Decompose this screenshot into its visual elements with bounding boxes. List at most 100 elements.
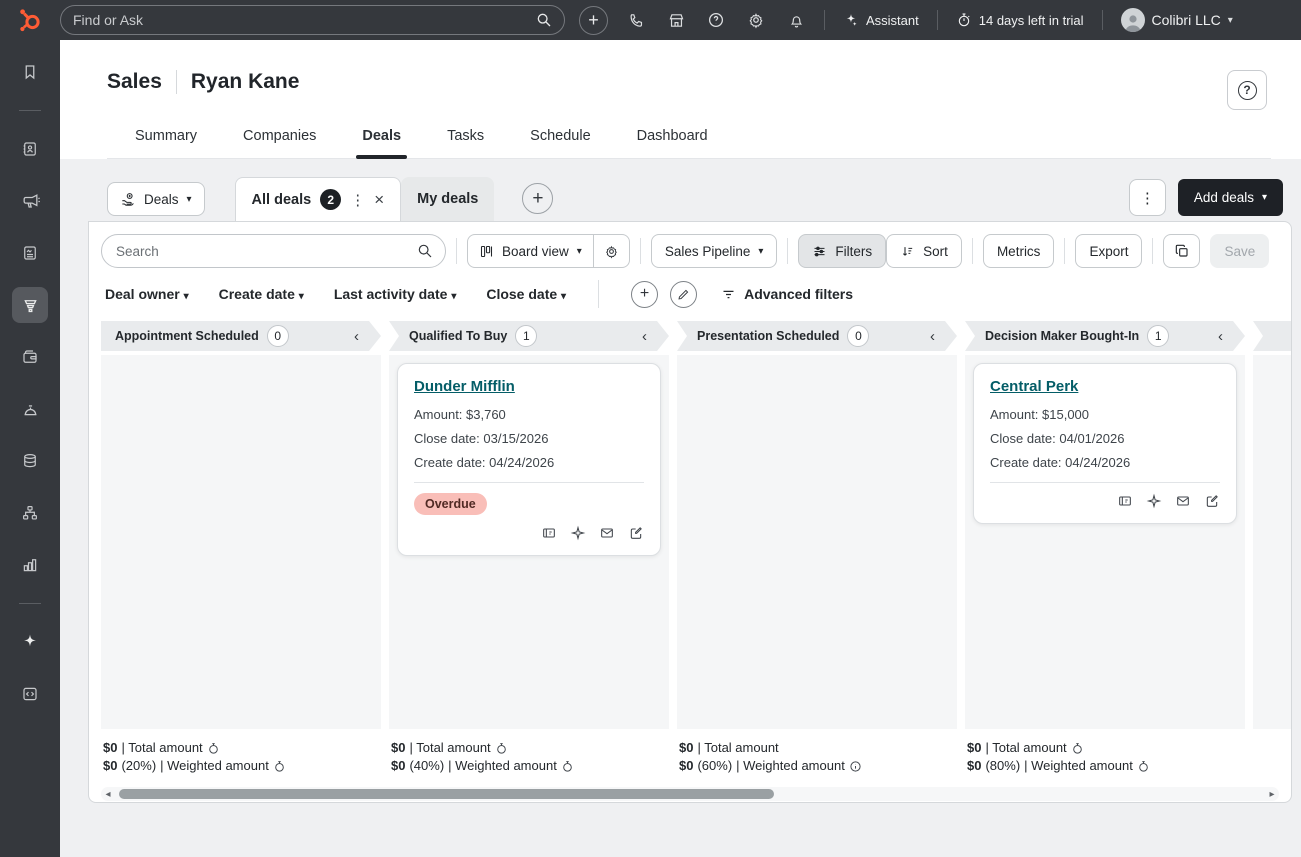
account-menu[interactable]: Colibri LLC ▾: [1111, 8, 1243, 32]
sidebar-item-crm[interactable]: [12, 131, 48, 167]
metrics-button[interactable]: Metrics: [983, 234, 1055, 268]
add-deals-button[interactable]: Add deals ▾: [1178, 179, 1283, 216]
total-amount-line: $0 | Total amount: [103, 739, 379, 757]
calls-button[interactable]: [616, 0, 656, 40]
column-drop-area[interactable]: [1253, 355, 1291, 729]
column-title: Appointment Scheduled: [115, 329, 259, 343]
tab-summary[interactable]: Summary: [135, 128, 197, 144]
ai-sparkle-icon[interactable]: [1146, 493, 1162, 509]
scroll-left-icon[interactable]: ◂: [101, 789, 115, 800]
weighted-amount-line: $0 (40%) | Weighted amount: [391, 757, 667, 775]
pipeline-dropdown[interactable]: Sales Pipeline ▾: [651, 234, 778, 268]
collapse-column-icon[interactable]: ‹: [642, 329, 647, 344]
collapse-column-icon[interactable]: ‹: [354, 329, 359, 344]
collapse-column-icon[interactable]: ‹: [1218, 329, 1223, 344]
hubspot-logo[interactable]: [0, 7, 60, 33]
sidebar-item-service[interactable]: [12, 391, 48, 427]
sidebar-item-reporting[interactable]: [12, 547, 48, 583]
column-footer: $0 | Total amount $0 (40%) | Weighted am…: [389, 729, 669, 775]
column-drop-area[interactable]: [101, 355, 381, 729]
sidebar-item-sales[interactable]: [12, 287, 48, 323]
filter-deal-owner[interactable]: Deal owner ▾: [105, 286, 189, 302]
deal-close-date: Close date: 04/01/2026: [990, 431, 1220, 446]
add-view-button[interactable]: +: [522, 183, 553, 214]
global-search-input[interactable]: Find or Ask: [60, 5, 565, 35]
export-button[interactable]: Export: [1075, 234, 1142, 268]
board-search: [101, 234, 446, 268]
tab-schedule[interactable]: Schedule: [530, 128, 590, 144]
notifications-button[interactable]: [776, 0, 816, 40]
advanced-filters-button[interactable]: Advanced filters: [721, 286, 853, 302]
collapse-column-icon[interactable]: ‹: [930, 329, 935, 344]
close-icon[interactable]: ×: [374, 190, 384, 210]
global-create-button[interactable]: +: [579, 6, 608, 35]
clone-view-button[interactable]: [1163, 234, 1200, 268]
deal-card-central-perk[interactable]: Central Perk Amount: $15,000 Close date:…: [973, 363, 1237, 524]
board-horizontal-scrollbar[interactable]: ◂ ▸: [101, 787, 1279, 801]
note-edit-icon[interactable]: [628, 525, 644, 541]
tab-tasks[interactable]: Tasks: [447, 128, 484, 144]
board-search-input[interactable]: [101, 234, 446, 268]
filters-label: Filters: [835, 244, 872, 259]
deal-name-link[interactable]: Central Perk: [990, 378, 1078, 395]
tab-deals[interactable]: Deals: [362, 128, 401, 144]
add-deals-label: Add deals: [1194, 190, 1254, 205]
email-icon[interactable]: [1175, 493, 1191, 509]
gear-icon: [604, 244, 619, 259]
note-edit-icon[interactable]: [1204, 493, 1220, 509]
filter-close-date[interactable]: Close date ▾: [486, 286, 566, 302]
column-header: Presentation Scheduled 0 ‹: [677, 321, 957, 351]
save-view-button[interactable]: Save: [1210, 234, 1269, 268]
column-drop-area[interactable]: Dunder Mifflin Amount: $3,760 Close date…: [389, 355, 669, 729]
deal-card-dunder-mifflin[interactable]: Dunder Mifflin Amount: $3,760 Close date…: [397, 363, 661, 556]
deal-record-icon[interactable]: [541, 525, 557, 541]
scrollbar-thumb[interactable]: [119, 789, 774, 799]
view-tab-all-deals[interactable]: All deals 2 ⋮ ×: [235, 177, 402, 221]
deal-record-icon[interactable]: [1117, 493, 1133, 509]
email-icon[interactable]: [599, 525, 615, 541]
assistant-button[interactable]: Assistant: [833, 12, 929, 28]
add-quick-filter-button[interactable]: +: [631, 281, 658, 308]
sidebar-item-commerce[interactable]: [12, 339, 48, 375]
view-tab-my-deals[interactable]: My deals: [401, 177, 494, 221]
sidebar-divider: [19, 110, 41, 111]
filter-label: Create date: [219, 286, 295, 302]
tab-companies[interactable]: Companies: [243, 128, 316, 144]
tab-dashboard[interactable]: Dashboard: [637, 128, 708, 144]
view-options-icon[interactable]: ⋮: [350, 191, 365, 209]
board-settings-button[interactable]: [593, 235, 629, 267]
sidebar-item-marketing[interactable]: [12, 183, 48, 219]
filter-last-activity-date[interactable]: Last activity date ▾: [334, 286, 457, 302]
workspace-help-button[interactable]: ?: [1227, 70, 1267, 110]
sidebar-item-automations[interactable]: [12, 495, 48, 531]
more-options-button[interactable]: ⋮: [1129, 179, 1166, 216]
trial-status[interactable]: 14 days left in trial: [946, 12, 1094, 28]
filters-button[interactable]: Filters: [798, 234, 886, 268]
settings-button[interactable]: [736, 0, 776, 40]
chevron-down-icon: ▾: [299, 291, 304, 302]
scrollbar-track[interactable]: [115, 787, 1265, 801]
sidebar-item-content[interactable]: [12, 235, 48, 271]
sidebar-item-data[interactable]: [12, 443, 48, 479]
edit-quick-filters-button[interactable]: [670, 281, 697, 308]
help-button[interactable]: [696, 0, 736, 40]
sidebar-item-bookmarks[interactable]: [12, 54, 48, 90]
sidebar-item-developer[interactable]: [12, 676, 48, 712]
deal-name-link[interactable]: Dunder Mifflin: [414, 378, 515, 395]
total-amount-value: $0: [679, 739, 693, 757]
sidebar-item-ai[interactable]: [12, 624, 48, 660]
object-switcher-button[interactable]: Deals ▾: [107, 182, 205, 216]
column-footer: $0 | Total amount $0 (60%) | Weighted am…: [677, 729, 957, 775]
weighted-amount-label: | Weighted amount: [1024, 757, 1133, 775]
ai-sparkle-icon[interactable]: [570, 525, 586, 541]
column-drop-area[interactable]: [677, 355, 957, 729]
megaphone-icon: [21, 192, 40, 211]
column-count-badge: 1: [515, 325, 537, 347]
marketplace-button[interactable]: [656, 0, 696, 40]
sort-button[interactable]: Sort: [886, 234, 962, 268]
column-appointment-scheduled: Appointment Scheduled 0 ‹ $0 | Total amo…: [101, 321, 381, 775]
column-drop-area[interactable]: Central Perk Amount: $15,000 Close date:…: [965, 355, 1245, 729]
board-view-dropdown[interactable]: Board view ▾: [468, 235, 593, 267]
scroll-right-icon[interactable]: ▸: [1265, 789, 1279, 800]
filter-create-date[interactable]: Create date ▾: [219, 286, 304, 302]
